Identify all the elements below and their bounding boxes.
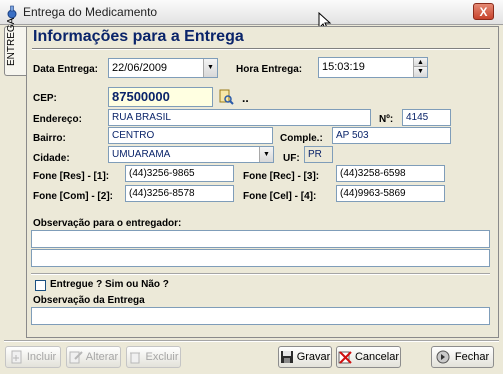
chevron-down-icon: ▼ [417, 68, 424, 75]
delivery-time-field[interactable]: 15:03:19 [318, 57, 428, 78]
phone-com-value: (44)3256-8578 [129, 188, 195, 199]
footer-divider [4, 340, 499, 342]
time-up-button[interactable]: ▲ [413, 58, 427, 67]
phone-res-label: Fone [Res] - [1]: [33, 171, 110, 182]
search-cep-icon[interactable] [218, 89, 234, 105]
state-value: PR [308, 149, 322, 160]
district-label: Bairro: [33, 133, 66, 144]
complement-field[interactable]: AP 503 [332, 127, 451, 144]
chevron-down-icon: ▼ [207, 64, 214, 71]
section-divider [31, 273, 490, 275]
delivered-checkbox[interactable] [35, 280, 46, 291]
cancel-icon [338, 351, 352, 364]
district-value: CENTRO [112, 130, 155, 141]
cancelar-button[interactable]: Cancelar [336, 346, 401, 368]
cep-value: 87500000 [112, 89, 170, 104]
excluir-label: Excluir [145, 351, 179, 363]
number-label: Nº: [379, 114, 394, 125]
courier-note-line1[interactable] [31, 230, 490, 248]
save-icon [280, 351, 293, 363]
fechar-label: Fechar [454, 351, 490, 363]
fechar-button[interactable]: Fechar [431, 346, 494, 368]
edit-icon [69, 351, 83, 364]
gravar-label: Gravar [296, 351, 331, 363]
address-label: Endereço: [33, 114, 82, 125]
excluir-button[interactable]: Excluir [126, 346, 181, 368]
delivery-date-value: 22/06/2009 [112, 62, 168, 74]
phone-cel-value: (44)9963-5869 [340, 188, 406, 199]
phone-rec-value: (44)3258-6598 [340, 168, 406, 179]
cancelar-label: Cancelar [354, 351, 400, 363]
incluir-label: Incluir [26, 351, 57, 363]
heading-divider [32, 48, 490, 50]
number-field[interactable]: 4145 [402, 109, 451, 126]
courier-note-line2[interactable] [31, 249, 490, 267]
phone-com-field[interactable]: (44)3256-8578 [125, 185, 234, 202]
chevron-up-icon: ▲ [417, 59, 424, 66]
close-button[interactable]: X [473, 3, 494, 20]
cep-extra: .. [242, 91, 249, 105]
phone-res-field[interactable]: (44)3256-9865 [125, 165, 234, 182]
complement-value: AP 503 [336, 130, 369, 141]
city-value: UMUARAMA [112, 149, 171, 160]
city-dropdown-button[interactable]: ▼ [259, 147, 273, 162]
trash-icon [130, 352, 141, 364]
alterar-button[interactable]: Alterar [66, 346, 121, 368]
delivery-time-value: 15:03:19 [322, 61, 365, 73]
address-value: RUA BRASIL [112, 112, 171, 123]
district-field[interactable]: CENTRO [108, 127, 273, 144]
time-down-button[interactable]: ▼ [413, 67, 427, 77]
incluir-button[interactable]: Incluir [5, 346, 61, 368]
section-heading: Informações para a Entrega [33, 28, 244, 45]
chevron-down-icon: ▼ [263, 151, 270, 158]
alterar-label: Alterar [85, 351, 119, 363]
delivery-note-label: Observação da Entrega [33, 295, 145, 306]
complement-label: Comple.: [280, 133, 323, 144]
phone-rec-label: Fone [Rec] - [3]: [243, 171, 320, 182]
add-icon [11, 350, 22, 364]
gravar-button[interactable]: Gravar [278, 346, 332, 368]
phone-rec-field[interactable]: (44)3258-6598 [336, 165, 445, 182]
phone-res-value: (44)3256-9865 [129, 168, 195, 179]
tab-entrega-label: ENTREGA [6, 17, 17, 66]
cep-label: CEP: [33, 93, 57, 104]
delivery-date-label: Data Entrega: [33, 64, 99, 75]
city-label: Cidade: [33, 153, 70, 164]
cep-field[interactable]: 87500000 [108, 87, 213, 107]
delivery-date-field[interactable]: 22/06/2009 [108, 58, 218, 78]
exit-icon [436, 350, 450, 364]
city-select[interactable]: UMUARAMA [108, 146, 274, 163]
number-value: 4145 [406, 112, 429, 123]
window-title: Entrega do Medicamento [23, 5, 158, 19]
state-label: UF: [283, 153, 300, 164]
courier-note-label: Observação para o entregador: [33, 218, 182, 229]
address-field[interactable]: RUA BRASIL [108, 109, 371, 126]
state-field: PR [304, 146, 333, 163]
delivery-time-label: Hora Entrega: [236, 64, 303, 75]
delivered-label: Entregue ? Sim ou Não ? [50, 279, 169, 290]
phone-cel-field[interactable]: (44)9963-5869 [336, 185, 445, 202]
phone-com-label: Fone [Com] - [2]: [33, 191, 113, 202]
date-dropdown-button[interactable]: ▼ [203, 59, 217, 77]
phone-cel-label: Fone [Cel] - [4]: [243, 191, 317, 202]
delivery-note-field[interactable] [31, 307, 490, 325]
